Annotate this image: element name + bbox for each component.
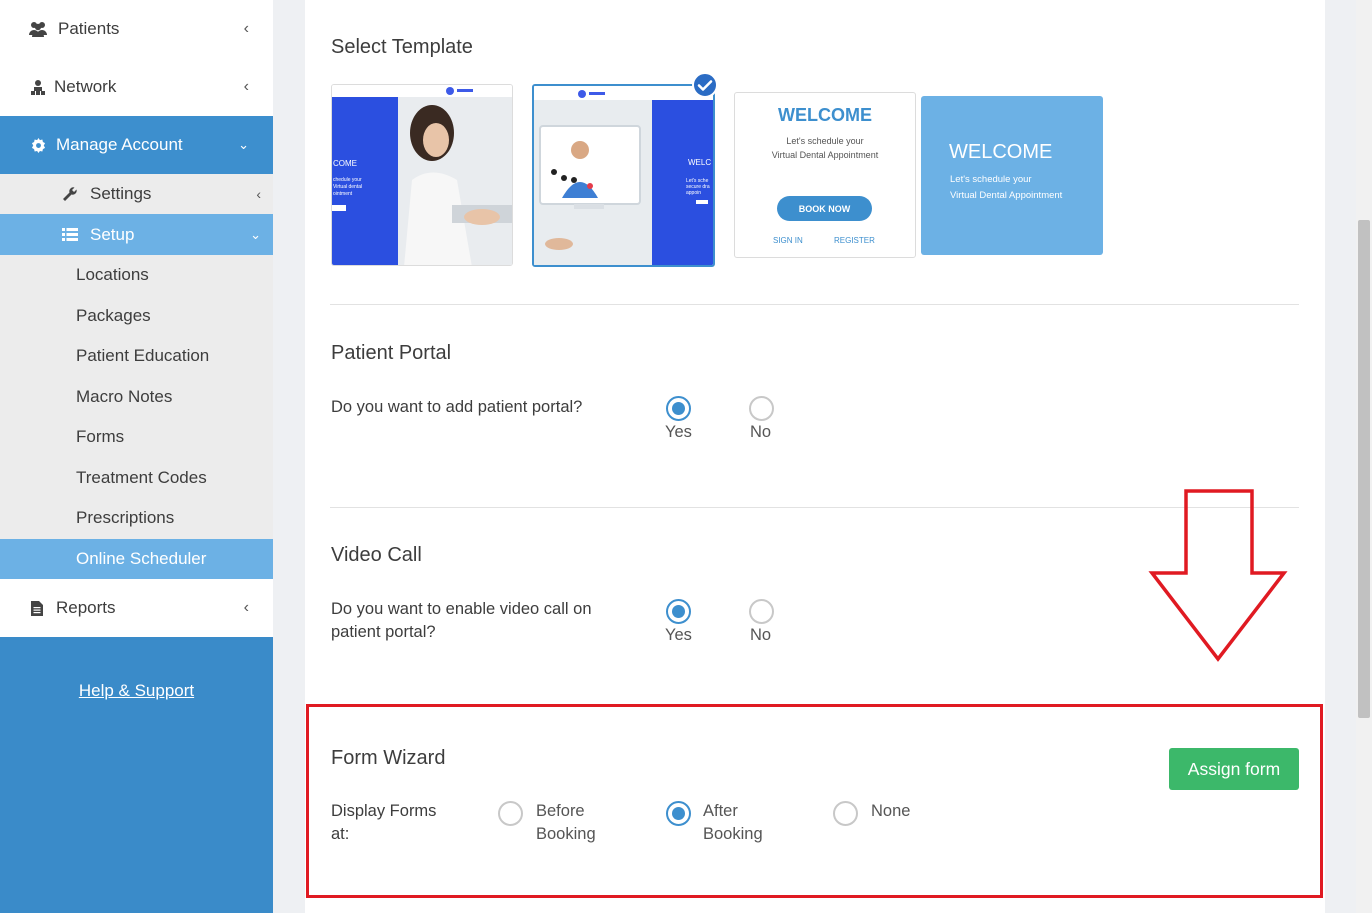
gear-icon	[30, 137, 46, 153]
chevron-left-icon: ‹	[243, 20, 249, 37]
sidebar-item-label: Manage Account	[56, 135, 183, 154]
template-3-book-button: BOOK NOW	[777, 196, 872, 221]
video-call-question: Do you want to enable video call on pati…	[331, 598, 592, 644]
template-2-line: appoin	[686, 190, 702, 196]
template-1-preview	[332, 85, 512, 265]
template-4-line1: Let's schedule your	[950, 174, 1032, 185]
sidebar-item-macro-notes[interactable]: Macro Notes	[0, 377, 273, 418]
template-4-line2: Virtual Dental Appointment	[950, 190, 1063, 201]
help-panel: Help & Support	[0, 637, 273, 913]
template-1-line: chedule your	[333, 177, 362, 183]
template-3-register: REGISTER	[834, 236, 875, 245]
section-title-video-call: Video Call	[331, 544, 422, 566]
users-icon	[28, 21, 48, 37]
video-call-yes-radio[interactable]	[666, 599, 691, 624]
list-icon	[62, 228, 80, 241]
sidebar-item-label: Network	[54, 77, 117, 96]
network-icon	[30, 79, 46, 95]
annotation-highlight-box	[306, 704, 1323, 898]
template-1-line: ointment	[333, 191, 353, 197]
help-support-link[interactable]: Help & Support	[0, 681, 273, 701]
sidebar-item-locations[interactable]: Locations	[0, 255, 273, 296]
sidebar-item-setup[interactable]: Setup ⌄	[0, 214, 273, 255]
template-3-line1: Let's schedule your	[786, 136, 864, 146]
chevron-left-icon: ‹	[243, 599, 249, 616]
sidebar-item-network[interactable]: Network ‹	[0, 58, 273, 116]
sidebar-item-label: Patients	[58, 19, 120, 38]
template-4-welcome: WELCOME	[949, 141, 1053, 163]
chevron-down-icon: ⌄	[238, 137, 249, 152]
patient-portal-yes-label: Yes	[665, 423, 692, 441]
sidebar-top-group: Patients ‹ Network ‹	[0, 0, 273, 116]
patient-portal-yes-radio[interactable]	[666, 396, 691, 421]
template-2-preview	[534, 86, 713, 265]
template-2-heading: WELC	[688, 158, 712, 167]
wrench-icon	[62, 186, 80, 202]
sidebar-item-label: Setup	[90, 224, 135, 244]
video-call-question-line: patient portal?	[331, 623, 436, 641]
template-2-text: Let's sche secure dra appoin	[686, 178, 710, 196]
video-call-no-radio[interactable]	[749, 599, 774, 624]
sidebar-item-patients[interactable]: Patients ‹	[0, 0, 273, 58]
video-call-question-line: Do you want to enable video call on	[331, 600, 592, 618]
sidebar-item-manage-account[interactable]: Manage Account ⌄	[0, 116, 273, 174]
template-option-3[interactable]: WELCOME Let's schedule your Virtual Dent…	[734, 92, 916, 258]
annotation-arrow-down-icon	[1148, 489, 1288, 662]
sidebar-item-settings[interactable]: Settings ‹	[0, 174, 273, 214]
sidebar-item-label: Reports	[56, 598, 116, 617]
template-1-line: Virtual dental	[333, 184, 363, 190]
sidebar: Patients ‹ Network ‹ Manage Account ⌄ Se…	[0, 0, 273, 913]
template-option-4[interactable]: WELCOME Let's schedule your Virtual Dent…	[921, 96, 1103, 255]
sidebar-item-patient-education[interactable]: Patient Education	[0, 336, 273, 377]
sidebar-item-reports[interactable]: Reports ‹	[0, 579, 273, 637]
patient-portal-no-label: No	[750, 423, 772, 441]
sidebar-item-online-scheduler[interactable]: Online Scheduler	[0, 538, 273, 579]
template-option-2[interactable]: WELC Let's sche secure dra appoin	[532, 84, 715, 267]
section-title-template: Select Template	[331, 36, 473, 58]
divider	[330, 304, 1299, 305]
sidebar-item-label: Settings	[90, 184, 152, 203]
chevron-left-icon: ‹	[256, 186, 261, 202]
template-1-heading: COME	[333, 159, 357, 168]
sidebar-item-packages[interactable]: Packages	[0, 296, 273, 337]
section-title-patient-portal: Patient Portal	[331, 342, 452, 364]
patient-portal-no-radio[interactable]	[749, 396, 774, 421]
template-3-sign-in: SIGN IN	[773, 236, 803, 245]
template-3-line2: Virtual Dental Appointment	[771, 150, 879, 160]
sidebar-item-forms[interactable]: Forms	[0, 417, 273, 458]
sidebar-item-prescriptions[interactable]: Prescriptions	[0, 498, 273, 539]
video-call-no-label: No	[750, 626, 772, 644]
template-option-1[interactable]: COME chedule your Virtual dental ointmen…	[331, 84, 513, 266]
patient-portal-question: Do you want to add patient portal?	[331, 398, 583, 416]
chevron-down-icon: ⌄	[250, 226, 261, 242]
sidebar-item-treatment-codes[interactable]: Treatment Codes	[0, 458, 273, 499]
template-1-text: chedule your Virtual dental ointment	[333, 177, 362, 198]
page-scrollbar-thumb[interactable]	[1358, 220, 1370, 718]
check-circle-icon	[692, 72, 718, 98]
chevron-left-icon: ‹	[243, 78, 249, 95]
template-3-welcome: WELCOME	[778, 105, 872, 125]
video-call-yes-label: Yes	[665, 626, 692, 644]
document-icon	[30, 600, 44, 616]
